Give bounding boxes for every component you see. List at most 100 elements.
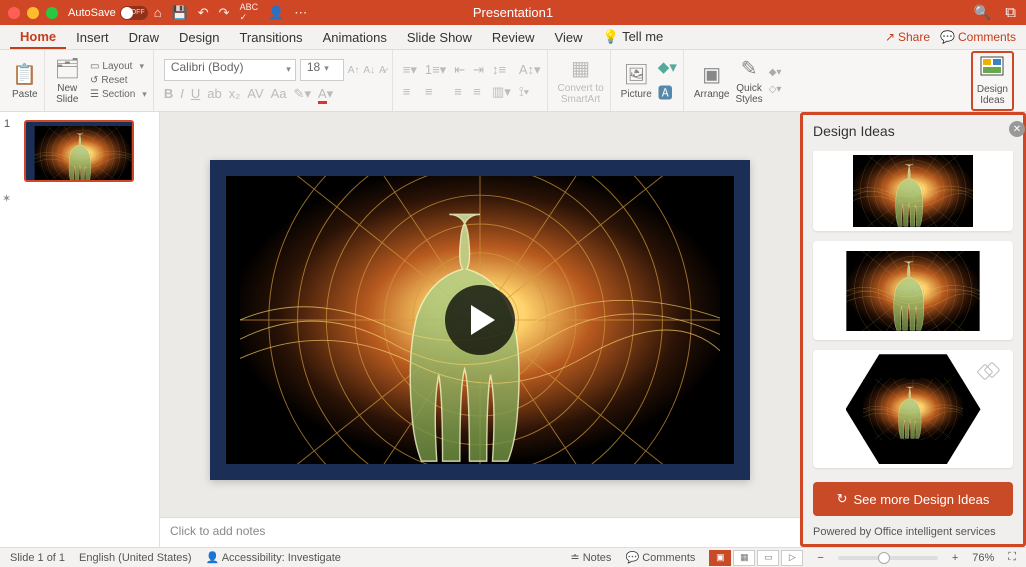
tab-view[interactable]: View [545, 27, 593, 48]
comments-toggle[interactable]: 💬 Comments [625, 551, 695, 564]
bullets-icon[interactable]: ≡▾ [403, 62, 417, 78]
fullscreen-window-icon[interactable] [46, 7, 58, 19]
align-text-icon[interactable]: ⟟▾ [519, 84, 541, 100]
underline-icon[interactable]: U [191, 86, 200, 102]
subscript-icon[interactable]: x₂ [229, 86, 241, 102]
tab-insert[interactable]: Insert [66, 27, 119, 48]
document-title: Presentation1 [473, 5, 553, 20]
window-titlebar: AutoSave OFF ⌂ 💾 ↶ ↷ ABC✓ 👤 ⋯ Presentati… [0, 0, 1026, 25]
undo-icon[interactable]: ↶ [198, 5, 209, 21]
paste-button[interactable]: 📋 Paste [6, 50, 45, 111]
shape-outline-icon[interactable]: ◇▾ [769, 84, 782, 95]
close-window-icon[interactable] [8, 7, 20, 19]
zoom-out-icon[interactable]: − [817, 552, 823, 564]
autosave-toggle[interactable]: AutoSave OFF [68, 6, 148, 20]
accessibility-status[interactable]: 👤 Accessibility: Investigate [206, 551, 341, 564]
strike-icon[interactable]: ab [207, 86, 221, 102]
tab-review[interactable]: Review [482, 27, 545, 48]
indent-icon[interactable]: ⇥ [473, 62, 484, 78]
zoom-percent[interactable]: 76% [972, 552, 994, 564]
tell-me[interactable]: 💡 Tell me [593, 26, 674, 48]
font-name-select[interactable]: Calibri (Body)▾ [164, 59, 296, 81]
tab-transitions[interactable]: Transitions [229, 27, 312, 48]
home-icon[interactable]: ⌂ [154, 5, 162, 20]
comments-button[interactable]: 💬 Comments [940, 30, 1016, 44]
font-color-icon[interactable]: A▾ [318, 86, 333, 102]
minimize-window-icon[interactable] [27, 7, 39, 19]
picture-button[interactable]: 🖼 Picture [621, 62, 652, 100]
design-ideas-pane: Design Ideas ✕ ↻ See more Design Ideas P… [800, 112, 1026, 547]
status-bar: Slide 1 of 1 English (United States) 👤 A… [0, 547, 1026, 567]
share-button[interactable]: ↗ Share [885, 30, 930, 44]
see-more-design-ideas-button[interactable]: ↻ See more Design Ideas [813, 482, 1013, 516]
hexagon-overlay-icon [979, 364, 999, 378]
ribbon: 📋 Paste 🗂 New Slide ▭ Layout▾ ↺ Reset ☰ … [0, 50, 1026, 112]
slide-canvas[interactable] [210, 160, 750, 480]
more-qat-icon[interactable]: ⋯ [294, 5, 307, 21]
clear-format-icon[interactable]: A̷ [379, 65, 386, 76]
ribbon-tabs: Home Insert Draw Design Transitions Anim… [0, 25, 1026, 50]
reset-button[interactable]: ↺ Reset [90, 75, 147, 86]
redo-icon[interactable]: ↷ [219, 5, 230, 21]
italic-icon[interactable]: I [180, 86, 184, 102]
quick-styles-button[interactable]: ✎ Quick Styles [735, 56, 762, 105]
font-size-select[interactable]: 18▾ [300, 59, 344, 81]
section-button[interactable]: ☰ Section▾ [90, 89, 147, 100]
tab-design[interactable]: Design [169, 27, 229, 48]
arrange-button[interactable]: ▣ Arrange [694, 62, 730, 100]
reading-view-icon[interactable]: ▭ [757, 550, 779, 566]
accessibility-person-icon[interactable]: 👤 [268, 5, 284, 21]
numbering-icon[interactable]: 1≡▾ [425, 62, 446, 78]
align-left-icon[interactable]: ≡ [403, 84, 417, 100]
convert-smartart-button[interactable]: ▦ Convert to SmartArt [552, 50, 611, 111]
tab-animations[interactable]: Animations [313, 27, 397, 48]
textbox-icon[interactable]: 🅰 [658, 82, 677, 103]
slide-count[interactable]: Slide 1 of 1 [10, 552, 65, 564]
zoom-in-icon[interactable]: + [952, 552, 958, 564]
video-placeholder[interactable] [226, 176, 734, 464]
shapes-icon[interactable]: ◆▾ [658, 58, 677, 76]
language-status[interactable]: English (United States) [79, 552, 192, 564]
clipboard-icon: 📋 [12, 62, 37, 87]
line-spacing-icon[interactable]: ↕≡ [492, 62, 511, 78]
sorter-view-icon[interactable]: ▦ [733, 550, 755, 566]
text-direction-icon[interactable]: A↕▾ [519, 62, 541, 78]
notes-pane[interactable]: Click to add notes [160, 517, 800, 547]
layout-button[interactable]: ▭ Layout▾ [90, 61, 147, 72]
slideshow-view-icon[interactable]: ▷ [781, 550, 803, 566]
design-ideas-button[interactable]: Design Ideas [971, 51, 1014, 111]
text-effects-icon[interactable]: AV [247, 86, 263, 102]
tab-slideshow[interactable]: Slide Show [397, 27, 482, 48]
align-center-icon[interactable]: ≡ [425, 84, 446, 100]
spellcheck-icon[interactable]: ABC✓ [240, 2, 259, 23]
tab-draw[interactable]: Draw [119, 27, 169, 48]
save-icon[interactable]: 💾 [172, 5, 188, 21]
design-idea-3[interactable] [813, 350, 1013, 468]
columns-icon[interactable]: ▥▾ [492, 84, 511, 100]
justify-icon[interactable]: ≡ [473, 84, 484, 100]
slide-thumbnail-1[interactable] [24, 120, 134, 182]
shape-fill-icon[interactable]: ◆▾ [769, 67, 782, 78]
change-case-icon[interactable]: Aa [271, 86, 287, 102]
outdent-icon[interactable]: ⇤ [454, 62, 465, 78]
increase-font-icon[interactable]: A↑ [348, 65, 360, 76]
search-icon[interactable]: 🔍 [974, 4, 991, 21]
play-icon[interactable] [445, 285, 515, 355]
fit-to-window-icon[interactable]: ⛶ [1008, 551, 1016, 564]
normal-view-icon[interactable]: ▣ [709, 550, 731, 566]
highlight-icon[interactable]: ✎▾ [294, 86, 311, 102]
bold-icon[interactable]: B [164, 86, 173, 102]
zoom-slider[interactable] [838, 556, 938, 560]
design-idea-1[interactable] [813, 151, 1013, 231]
share-people-icon[interactable]: ⧉ [1005, 4, 1016, 21]
design-idea-2[interactable] [813, 241, 1013, 341]
animation-indicator-icon: ✶ [2, 192, 11, 205]
decrease-font-icon[interactable]: A↓ [363, 65, 375, 76]
tab-home[interactable]: Home [10, 26, 66, 49]
new-slide-button[interactable]: 🗂 New Slide [49, 50, 86, 111]
picture-icon: 🖼 [624, 62, 649, 87]
quick-styles-icon: ✎ [741, 56, 758, 81]
align-right-icon[interactable]: ≡ [454, 84, 465, 100]
close-icon[interactable]: ✕ [1009, 121, 1025, 137]
notes-toggle[interactable]: ≐ Notes [570, 551, 611, 564]
